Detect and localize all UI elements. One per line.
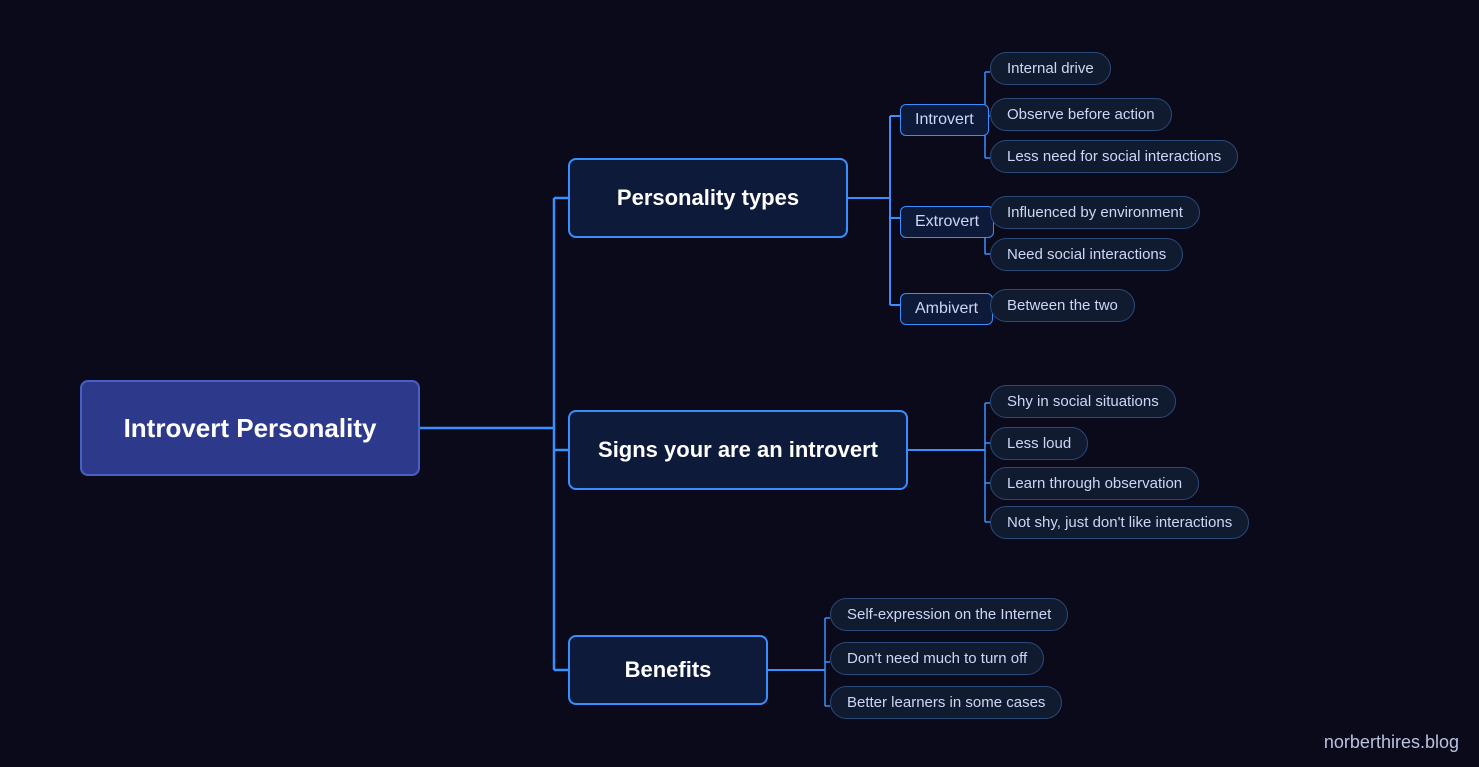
benefits-node: Benefits bbox=[568, 635, 768, 705]
leaf-observe-before-action: Observe before action bbox=[990, 98, 1172, 131]
leaf-shy-social: Shy in social situations bbox=[990, 385, 1176, 418]
watermark: norberthires.blog bbox=[1324, 732, 1459, 753]
personality-types-node: Personality types bbox=[568, 158, 848, 238]
leaf-less-need-social: Less need for social interactions bbox=[990, 140, 1238, 173]
leaf-influenced-environment: Influenced by environment bbox=[990, 196, 1200, 229]
extrovert-sub-node: Extrovert bbox=[900, 206, 994, 238]
mind-map-canvas: Introvert Personality Personality types … bbox=[0, 0, 1479, 767]
leaf-better-learners: Better learners in some cases bbox=[830, 686, 1062, 719]
extrovert-label: Extrovert bbox=[915, 213, 979, 231]
ambivert-sub-node: Ambivert bbox=[900, 293, 993, 325]
leaf-between-two: Between the two bbox=[990, 289, 1135, 322]
signs-label: Signs your are an introvert bbox=[598, 437, 878, 463]
leaf-self-expression: Self-expression on the Internet bbox=[830, 598, 1068, 631]
root-label: Introvert Personality bbox=[124, 413, 377, 444]
root-node: Introvert Personality bbox=[80, 380, 420, 476]
benefits-label: Benefits bbox=[625, 657, 712, 683]
introvert-label: Introvert bbox=[915, 111, 974, 129]
introvert-sub-node: Introvert bbox=[900, 104, 989, 136]
signs-node: Signs your are an introvert bbox=[568, 410, 908, 490]
leaf-dont-need-turn-off: Don't need much to turn off bbox=[830, 642, 1044, 675]
leaf-less-loud: Less loud bbox=[990, 427, 1088, 460]
leaf-not-shy: Not shy, just don't like interactions bbox=[990, 506, 1249, 539]
leaf-need-social: Need social interactions bbox=[990, 238, 1183, 271]
ambivert-label: Ambivert bbox=[915, 300, 978, 318]
leaf-internal-drive: Internal drive bbox=[990, 52, 1111, 85]
personality-types-label: Personality types bbox=[617, 185, 799, 211]
leaf-learn-observation: Learn through observation bbox=[990, 467, 1199, 500]
